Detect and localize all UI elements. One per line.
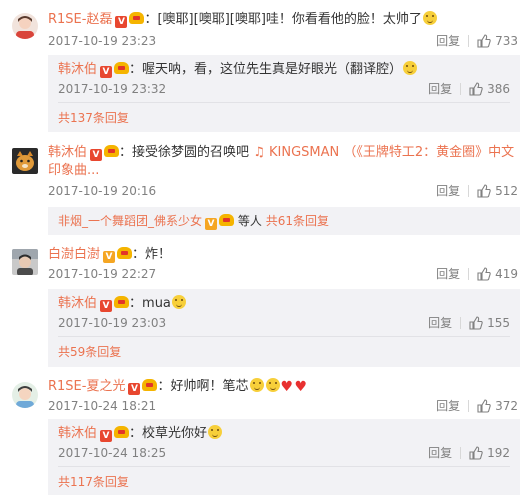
like-count: 419 — [495, 267, 518, 281]
reply-text: 喔天呐，看，这位先生真是好眼光（翻译腔） — [142, 62, 403, 77]
comment-actions: 回复 512 — [436, 183, 518, 199]
comment-text: [噢耶][噢耶][噢耶]哇！你看看他的脸！太帅了 — [157, 12, 422, 27]
comment-text: 接受徐梦圆的召唤吧 — [132, 145, 250, 160]
comment-actions: 回复 372 — [436, 398, 518, 414]
like-count: 733 — [495, 34, 518, 48]
comment-item: 白澍白澍 V ：炸！ 2017-10-19 22:27 回复 419 韩沐伯 V ：mua… — [0, 237, 530, 367]
crown-icon — [117, 247, 133, 259]
comment-text: 好帅啊！笔芯 — [170, 379, 249, 394]
reply-text: mua — [142, 296, 171, 311]
reply-actions: 回复 192 — [428, 445, 510, 461]
finger-heart-emoji-icon — [265, 378, 280, 392]
crown-icon — [114, 296, 130, 308]
crown-icon — [142, 379, 158, 391]
crown-icon — [114, 62, 130, 74]
reply-actions: 回复 386 — [428, 81, 510, 97]
thumb-up-icon[interactable] — [469, 82, 483, 96]
verified-v-icon: V — [205, 218, 218, 230]
comment-username[interactable]: 白澍白澍 — [48, 247, 100, 262]
music-note-icon: ♫ — [253, 145, 265, 160]
reply-time: 2017-10-19 23:32 — [58, 82, 167, 96]
reply-button[interactable]: 回复 — [436, 267, 460, 281]
more-replies-link[interactable]: 共117条回复 — [58, 474, 129, 490]
comment-time: 2017-10-19 20:16 — [48, 184, 157, 198]
avatar[interactable] — [12, 382, 38, 408]
more-replies-link[interactable]: 共59条回复 — [58, 344, 121, 360]
avatar[interactable] — [12, 249, 38, 275]
applause-emoji-icon — [403, 61, 418, 75]
avatar[interactable] — [12, 13, 38, 39]
reply-username[interactable]: 韩沐伯 — [58, 62, 97, 77]
thumb-up-icon[interactable] — [477, 34, 491, 48]
reply-box: 韩沐伯 V ：喔天呐，看，这位先生真是好眼光（翻译腔） 2017-10-19 23:… — [48, 55, 520, 132]
verified-v-icon: V — [103, 251, 116, 263]
reply-summary-box: 非烟_一个舞蹈团_佛系少女 V 等人 共61条回复 — [48, 207, 520, 235]
verified-v-icon: V — [100, 300, 113, 312]
heart-icon: ♥ — [280, 379, 294, 395]
like-count: 372 — [495, 399, 518, 413]
comment-username[interactable]: R1SE-赵磊 — [48, 12, 112, 27]
reply-actions: 回复 155 — [428, 315, 510, 331]
verified-v-icon: V — [100, 66, 113, 78]
reply-box: 韩沐伯 V ：校草光你好 2017-10-24 18:25 回复 192 共117条回… — [48, 419, 520, 495]
verified-v-icon: V — [128, 383, 141, 395]
comment-actions: 回复 733 — [436, 33, 518, 49]
reply-box: 韩沐伯 V ：mua 2017-10-19 23:03 回复 155 共59条回复 — [48, 289, 520, 367]
like-count: 512 — [495, 184, 518, 198]
thumb-up-icon[interactable] — [469, 446, 483, 460]
reply-button[interactable]: 回复 — [428, 82, 452, 96]
crown-icon — [219, 214, 235, 226]
thumb-up-icon[interactable] — [469, 316, 483, 330]
reply-time: 2017-10-24 18:25 — [58, 446, 167, 460]
comment-item: R1SE-夏之光 V ：好帅啊！笔芯 ♥♥ 2017-10-24 18:21 回复 37… — [0, 370, 530, 495]
reply-time: 2017-10-19 23:03 — [58, 316, 167, 330]
heart-icon: ♥ — [294, 379, 308, 395]
comment-time: 2017-10-19 22:27 — [48, 267, 157, 281]
reply-text: 校草光你好 — [142, 426, 208, 441]
comment-text: 炸！ — [145, 247, 172, 262]
verified-v-icon: V — [100, 430, 113, 442]
like-count: 386 — [487, 82, 510, 96]
reply-button[interactable]: 回复 — [428, 446, 452, 460]
reply-button[interactable]: 回复 — [436, 399, 460, 413]
thumb-up-icon[interactable] — [477, 184, 491, 198]
comment-time: 2017-10-24 18:21 — [48, 399, 157, 413]
more-replies-link[interactable]: 共137条回复 — [58, 110, 129, 126]
reply-button[interactable]: 回复 — [436, 34, 460, 48]
comment-actions: 回复 419 — [436, 266, 518, 282]
finger-heart-emoji-icon — [249, 378, 264, 392]
verified-v-icon: V — [115, 16, 128, 28]
comment-username[interactable]: R1SE-夏之光 — [48, 379, 125, 394]
reply-username[interactable]: 韩沐伯 — [58, 426, 97, 441]
thumb-up-icon[interactable] — [477, 399, 491, 413]
reply-username[interactable]: 韩沐伯 — [58, 296, 97, 311]
comment-username[interactable]: 韩沐伯 — [48, 145, 87, 160]
smile-emoji-icon — [422, 11, 437, 25]
reply-summary-user[interactable]: 非烟_一个舞蹈团_佛系少女 — [58, 214, 202, 228]
like-count: 155 — [487, 316, 510, 330]
comment-item: R1SE-赵磊 V ：[噢耶][噢耶][噢耶]哇！你看看他的脸！太帅了 2017-1… — [0, 0, 530, 132]
like-count: 192 — [487, 446, 510, 460]
smile-emoji-icon — [208, 425, 223, 439]
reply-button[interactable]: 回复 — [428, 316, 452, 330]
avatar[interactable] — [12, 148, 38, 174]
reply-summary-middle: 等人 — [237, 214, 262, 228]
thumb-up-icon[interactable] — [477, 267, 491, 281]
verified-v-icon: V — [90, 149, 103, 161]
reply-button[interactable]: 回复 — [436, 184, 460, 198]
more-replies-link[interactable]: 共61条回复 — [266, 214, 329, 228]
crown-icon — [104, 145, 120, 157]
comment-time: 2017-10-19 23:23 — [48, 34, 157, 48]
crown-icon — [129, 12, 145, 24]
kiss-emoji-icon — [171, 295, 186, 309]
crown-icon — [114, 426, 130, 438]
